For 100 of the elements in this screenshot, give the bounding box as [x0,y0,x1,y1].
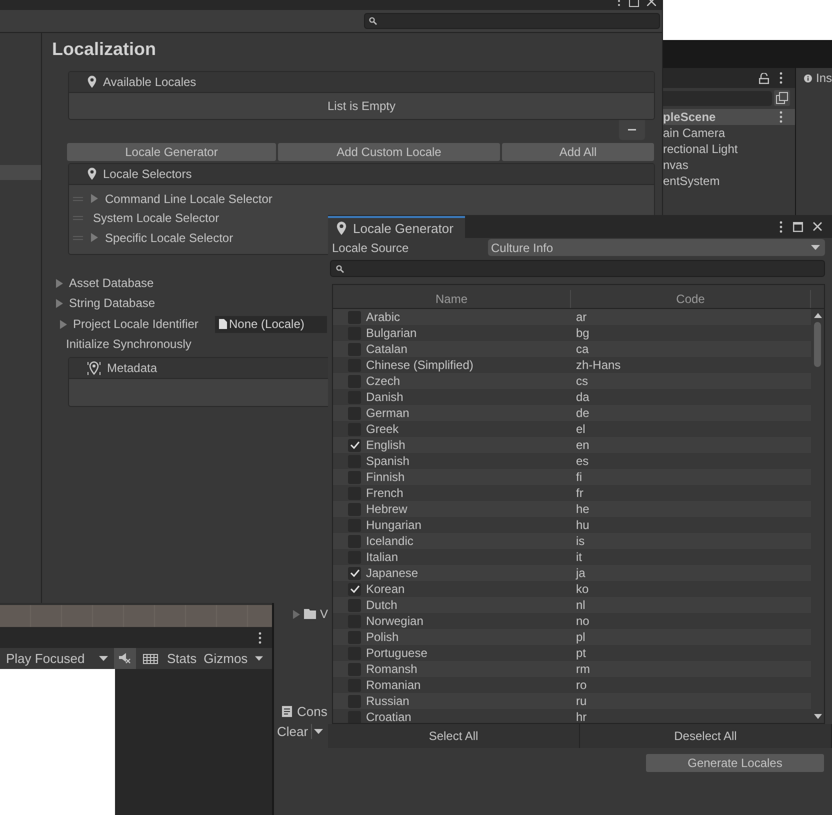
table-cell-text: ro [576,678,588,692]
close-icon[interactable] [647,0,656,6]
foldout-label[interactable]: Asset Database [69,276,154,290]
scrollbar-thumb[interactable] [814,322,821,367]
table-cell-text: Portuguese [366,646,428,660]
table-cell-text: Polish [366,630,400,644]
list-item[interactable]: System Locale Selector [93,211,220,226]
hierarchy-item[interactable]: ain Camera [663,126,726,140]
table-cell-text: Italian [366,550,400,564]
expand-arrow-icon[interactable] [91,233,98,242]
caret-icon [99,656,108,661]
locale-source-dropdown[interactable]: Culture Info [488,239,825,256]
table-cell-text: Romansh [366,662,418,676]
checkbox[interactable] [348,438,361,452]
drag-handle-icon[interactable] [73,216,83,220]
maximize-icon[interactable] [793,222,803,232]
scroll-up-icon[interactable] [814,313,822,318]
field-label: Locale Source [331,240,410,254]
expand-arrow-icon[interactable] [56,278,63,288]
table-cell-text: Greek [366,422,400,436]
table-cell-text: bg [576,326,590,340]
remove-button[interactable] [619,120,645,140]
drag-handle-icon[interactable] [73,236,83,240]
table-cell-text: Danish [366,390,404,404]
more-icon[interactable] [258,632,262,644]
pin-icon [87,75,97,89]
table-cell-text: ca [576,342,590,356]
search-field[interactable] [364,13,660,29]
table-cell-text: hr [576,710,588,723]
caret-icon [811,245,820,250]
drag-handle-icon[interactable] [73,196,83,201]
table-cell-text: it [576,550,583,564]
search-field[interactable] [330,260,825,277]
table-cell-text: de [576,406,590,420]
mute-icon [119,653,131,664]
table-cell-text: ko [576,582,590,596]
mute-audio-button[interactable] [114,648,136,669]
expand-arrow-icon[interactable] [60,320,67,328]
clear-button[interactable]: Clear [274,724,312,738]
table-cell-text: no [576,614,590,628]
page-title: Localization [52,38,158,61]
folder-label[interactable]: V [320,607,328,621]
action-button[interactable]: Add Custom Locale [278,143,500,161]
table-cell-text: ru [576,694,588,708]
tab-label[interactable]: Ins [816,71,832,85]
table-cell-text: fi [576,470,583,484]
action-button[interactable]: Locale Generator [67,143,276,161]
foldout-label[interactable]: String Database [69,296,156,310]
list-header: Metadata [107,361,158,375]
checkbox[interactable] [348,582,361,596]
pin-icon [87,167,97,181]
table-cell-text: ja [576,566,586,580]
more-icon[interactable] [617,0,621,8]
table-cell-text: Catalan [366,342,408,356]
list-item[interactable]: Specific Locale Selector [105,230,234,245]
document-icon [219,319,227,329]
more-icon[interactable] [779,220,783,232]
windows-icon [776,92,788,104]
metadata-icon [87,360,101,376]
close-icon[interactable] [813,222,822,231]
caret-icon [254,656,263,661]
scene-view-button[interactable] [774,90,790,106]
more-icon[interactable] [779,72,783,84]
clear-dropdown[interactable] [312,728,326,734]
expand-arrow-icon[interactable] [91,194,98,204]
column-header[interactable]: Name [333,290,571,308]
table-cell-text: ar [576,310,588,324]
table-cell-text: Romanian [366,678,422,692]
more-icon[interactable] [779,111,783,123]
scroll-down-icon[interactable] [814,714,822,719]
column-header[interactable]: Code [571,290,811,308]
checkbox[interactable] [348,566,361,580]
action-button[interactable]: Add All [502,143,654,161]
caret-icon [314,728,324,734]
lock-icon[interactable] [759,72,769,84]
table-cell-text: Chinese (Simplified) [366,358,474,372]
object-field[interactable]: None (Locale) [215,316,327,332]
table-cell-text: es [576,454,590,468]
table-cell-text: pl [576,630,586,644]
checkbox[interactable] [348,710,361,723]
window-tab[interactable]: Locale Generator [328,216,465,238]
hierarchy-item[interactable]: rectional Light [663,142,738,156]
table-cell-text: Hebrew [366,502,408,516]
hierarchy-item[interactable]: entSystem [663,174,720,188]
expand-arrow-icon[interactable] [56,298,63,308]
expand-arrow-icon[interactable] [293,610,300,618]
table-cell-text: nl [576,598,586,612]
field-label: Project Locale Identifier [73,317,200,331]
console-tab[interactable]: Cons [274,700,328,722]
hierarchy-item[interactable]: nvas [663,158,688,172]
info-icon [804,72,812,84]
table-cell-text: da [576,390,590,404]
maximize-icon[interactable] [629,0,639,7]
pin-icon [336,220,347,236]
sidebar-item[interactable] [0,165,41,180]
table-cell-text: is [576,534,586,548]
generate-locales-button[interactable]: Generate Locales [646,754,824,772]
table-cell-text: German [366,406,410,420]
list-item[interactable]: Command Line Locale Selector [105,192,272,206]
checkbox[interactable] [348,310,361,324]
